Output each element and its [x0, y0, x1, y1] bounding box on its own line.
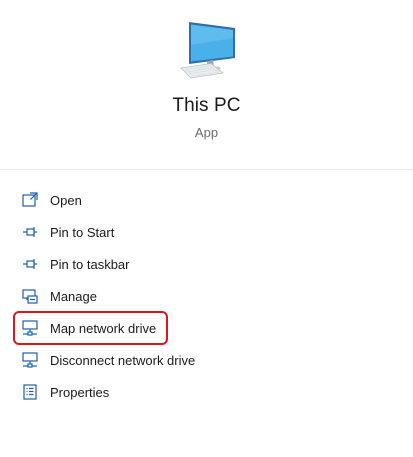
- menu-item-open[interactable]: Open: [13, 185, 82, 215]
- properties-icon: [21, 383, 39, 401]
- app-subtitle: App: [194, 125, 219, 140]
- menu-item-label: Properties: [50, 384, 110, 400]
- network-drive-icon: [21, 319, 39, 337]
- network-drive-icon: [21, 351, 39, 369]
- menu-item-label: Pin to taskbar: [50, 256, 130, 272]
- menu-item-label: Open: [50, 192, 82, 208]
- menu-item-map-network-drive[interactable]: Map network drive: [13, 311, 169, 345]
- menu-item-properties[interactable]: Properties: [13, 377, 109, 407]
- menu-item-pin-to-taskbar[interactable]: Pin to taskbar: [13, 249, 130, 279]
- menu-item-label: Pin to Start: [50, 224, 115, 240]
- menu-item-label: Manage: [50, 288, 97, 304]
- context-panel: This PC App Open Pin to Start Pin to tas…: [0, 0, 413, 457]
- menu-item-manage[interactable]: Manage: [13, 281, 97, 311]
- menu-item-disconnect-network-drive[interactable]: Disconnect network drive: [13, 345, 195, 375]
- computer-icon: [180, 22, 235, 79]
- open-icon: [21, 191, 39, 209]
- menu-item-label: Map network drive: [50, 320, 157, 336]
- pin-icon: [21, 223, 39, 241]
- divider: [0, 169, 413, 170]
- menu-item-label: Disconnect network drive: [50, 352, 196, 368]
- pin-icon: [21, 255, 39, 273]
- menu-item-pin-to-start[interactable]: Pin to Start: [13, 217, 114, 247]
- app-title: This PC: [172, 95, 241, 116]
- manage-icon: [21, 287, 39, 305]
